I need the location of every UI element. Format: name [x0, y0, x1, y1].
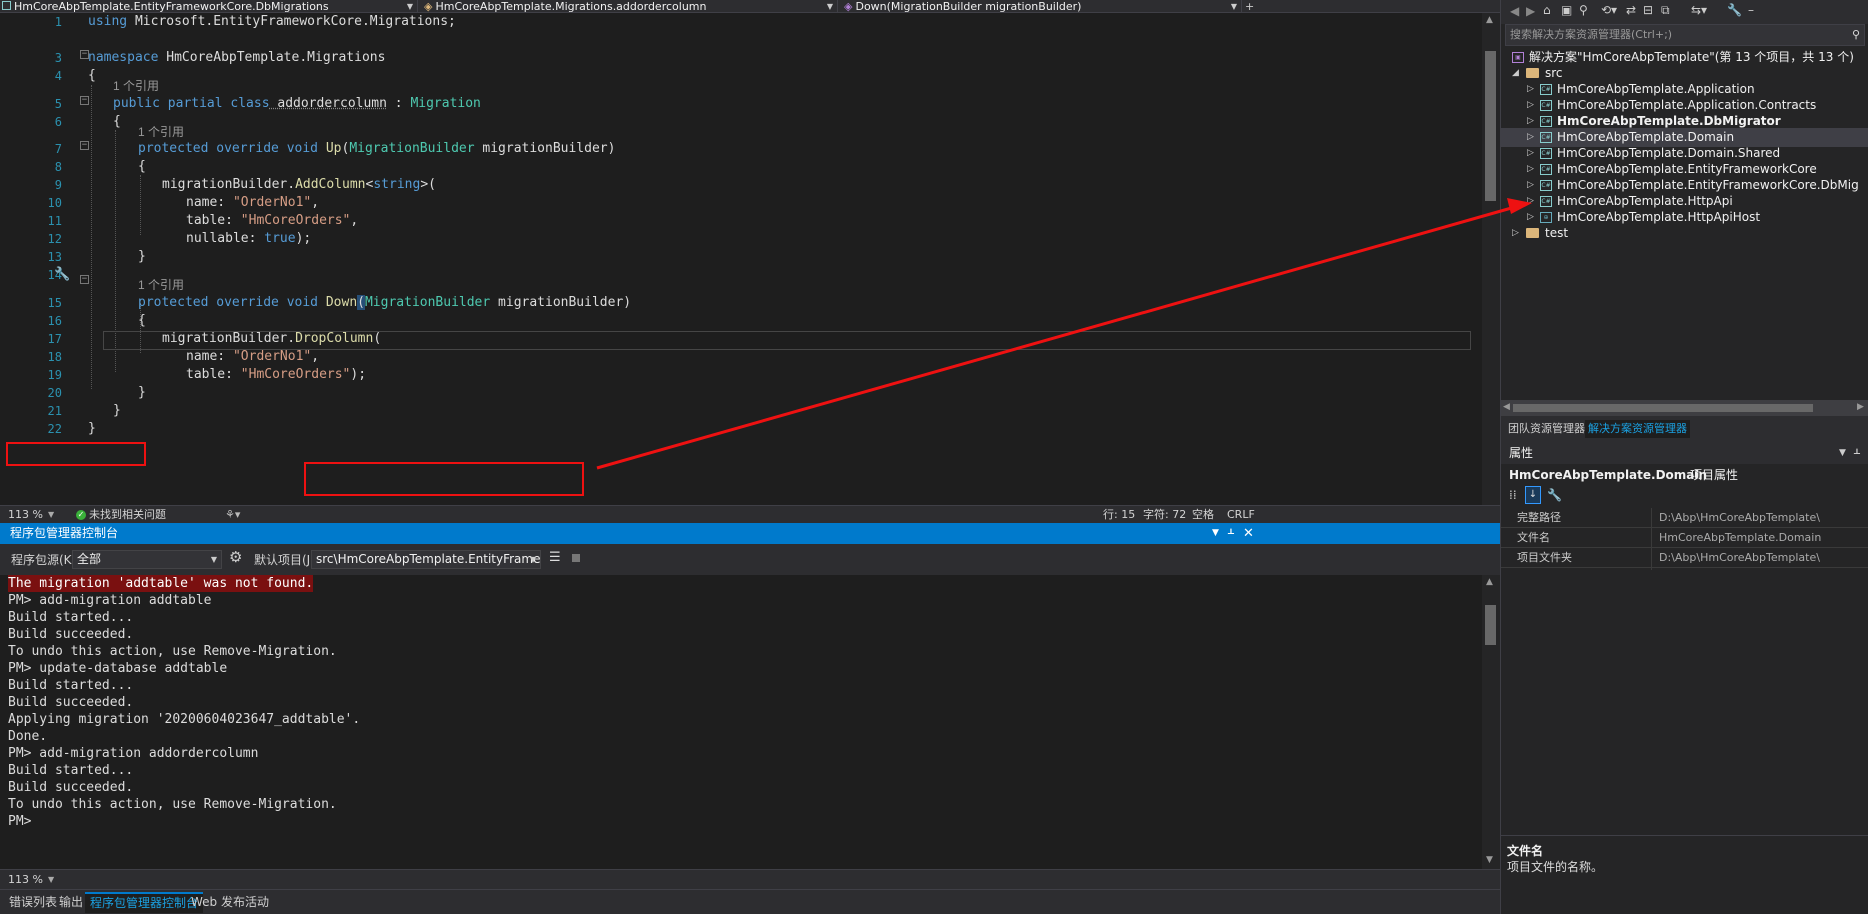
annotation-arrow-head [1507, 198, 1532, 214]
annotation-arrow-line [596, 203, 1523, 470]
annotation-arrow [596, 198, 1532, 470]
